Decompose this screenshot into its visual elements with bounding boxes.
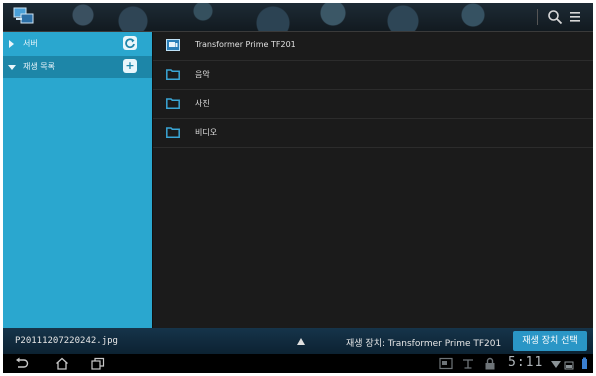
divider (537, 9, 538, 25)
lock-icon (485, 357, 495, 370)
current-file-name: P20111207220242.jpg (15, 336, 118, 346)
sidebar-item-label: 서버 (23, 39, 38, 48)
list-item-label: 비디오 (195, 128, 218, 137)
playback-device-label: 재생 장치: Transformer Prime TF201 (346, 339, 502, 349)
wifi-icon (551, 361, 561, 368)
sidebar-item-playlist[interactable]: 재생 목록 + (3, 56, 152, 78)
status-clock: 5:11 (508, 355, 544, 370)
sidebar-item-label: 재생 목록 (23, 62, 55, 71)
back-icon[interactable] (15, 357, 29, 370)
list-item[interactable]: 사진 (153, 90, 593, 119)
app-window: 서버 재생 목록 + Transformer Prime TF201 음악 사진… (3, 3, 593, 373)
folder-icon (166, 98, 180, 109)
list-item[interactable]: 음악 (153, 61, 593, 90)
list-item-label: 사진 (195, 99, 210, 108)
refresh-icon[interactable] (123, 36, 137, 50)
search-icon[interactable] (547, 9, 563, 25)
list-item[interactable]: Transformer Prime TF201 (153, 32, 593, 61)
system-nav-bar: 5:11 (3, 354, 593, 373)
expand-up-icon[interactable] (297, 338, 305, 345)
overflow-menu-icon[interactable] (569, 11, 581, 23)
device-icon (166, 39, 180, 51)
collapse-arrow-icon (8, 65, 16, 70)
player-bar: P20111207220242.jpg 재생 장치: Transformer P… (3, 328, 593, 354)
usb-icon (463, 359, 473, 369)
recent-apps-icon[interactable] (91, 357, 105, 370)
select-device-button[interactable]: 재생 장치 선택 (513, 331, 587, 351)
list-item-label: Transformer Prime TF201 (195, 40, 296, 49)
folder-icon (166, 127, 180, 138)
list-item-label: 음악 (195, 70, 210, 79)
home-icon[interactable] (55, 357, 69, 370)
action-bar (3, 3, 593, 32)
signal-icon (564, 361, 574, 370)
dlna-app-icon[interactable] (13, 7, 35, 25)
add-icon[interactable]: + (123, 59, 137, 73)
screenshot-icon (439, 357, 453, 370)
content-list: Transformer Prime TF201 음악 사진 비디오 (153, 32, 593, 328)
expand-arrow-icon (9, 40, 14, 48)
list-item[interactable]: 비디오 (153, 119, 593, 148)
sidebar: 서버 재생 목록 + (3, 32, 152, 328)
battery-icon (582, 357, 587, 369)
folder-icon (166, 69, 180, 80)
sidebar-item-server[interactable]: 서버 (3, 33, 152, 55)
